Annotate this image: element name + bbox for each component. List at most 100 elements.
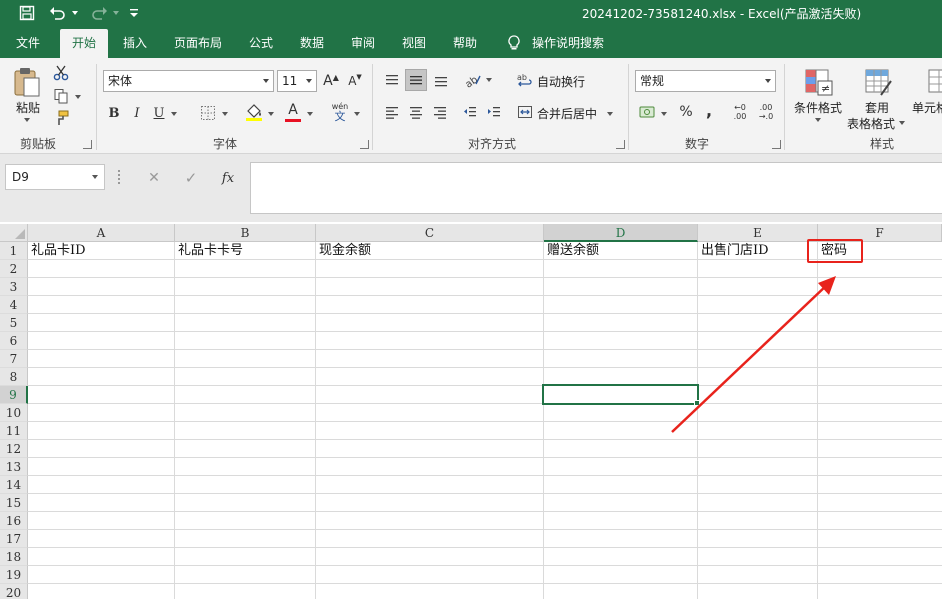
row-header[interactable]: 3 [0, 278, 28, 296]
wrap-text-icon[interactable]: ab [516, 70, 534, 90]
orientation-icon[interactable]: ab [461, 70, 483, 90]
increase-decimal-button[interactable]: ←0 .00 [728, 100, 752, 124]
select-all-button[interactable] [0, 224, 28, 242]
column-header-a[interactable]: A [28, 224, 175, 242]
row-header[interactable]: 5 [0, 314, 28, 332]
borders-dropdown-icon[interactable] [222, 112, 228, 116]
row-header[interactable]: 16 [0, 512, 28, 530]
phonetic-guide-button[interactable]: wén 文 [329, 100, 351, 124]
row-header[interactable]: 17 [0, 530, 28, 548]
formula-input[interactable] [250, 162, 942, 214]
grow-font-button[interactable]: A ▲ [322, 71, 340, 91]
column-header-e[interactable]: E [698, 224, 818, 242]
bold-button[interactable]: B [105, 103, 123, 123]
orientation-dropdown-icon[interactable] [486, 78, 492, 82]
format-as-table-label-1[interactable]: 套用 [865, 99, 889, 116]
formula-bar-grip[interactable] [118, 170, 120, 184]
merge-center-icon[interactable] [516, 102, 534, 122]
align-bottom-icon[interactable] [431, 70, 451, 90]
underline-dropdown-icon[interactable] [171, 112, 177, 116]
italic-button[interactable]: I [128, 103, 146, 123]
customize-toolbar-icon[interactable] [127, 3, 141, 23]
cell-c1[interactable]: 现金余额 [317, 242, 543, 260]
tab-review[interactable]: 审阅 [342, 29, 384, 58]
cell-b1[interactable]: 礼品卡卡号 [176, 242, 315, 260]
tell-me-search[interactable]: 操作说明搜索 [528, 29, 608, 58]
row-header[interactable]: 19 [0, 566, 28, 584]
merge-center-button[interactable]: 合并后居中 [537, 105, 597, 122]
insert-function-icon[interactable]: fx [217, 168, 239, 188]
row-header[interactable]: 9 [0, 386, 28, 404]
tab-view[interactable]: 视图 [393, 29, 435, 58]
tab-home[interactable]: 开始 [60, 29, 108, 58]
wrap-text-button[interactable]: 自动换行 [537, 73, 585, 90]
paste-dropdown-icon[interactable] [24, 118, 30, 122]
tab-file[interactable]: 文件 [5, 29, 51, 58]
name-box[interactable]: D9 [5, 164, 105, 190]
conditional-formatting-button[interactable]: 条件格式 [794, 99, 842, 116]
copy-dropdown-icon[interactable] [75, 95, 81, 99]
row-header[interactable]: 10 [0, 404, 28, 422]
percent-button[interactable]: % [676, 102, 696, 122]
enter-icon[interactable]: ✓ [181, 168, 201, 188]
tab-data[interactable]: 数据 [291, 29, 333, 58]
format-as-table-dropdown-icon[interactable] [899, 121, 905, 125]
row-header[interactable]: 4 [0, 296, 28, 314]
number-launcher-icon[interactable] [772, 140, 781, 149]
fill-color-dropdown-icon[interactable] [268, 112, 274, 116]
cell-styles-button[interactable]: 单元格 [912, 99, 942, 116]
cut-icon[interactable] [51, 64, 71, 82]
paste-label[interactable]: 粘贴 [16, 99, 40, 116]
decrease-indent-icon[interactable] [460, 102, 480, 122]
cell-styles-icon[interactable] [926, 66, 942, 98]
cell-d1[interactable]: 赠送余额 [545, 242, 697, 260]
underline-button[interactable]: U [150, 103, 168, 123]
format-painter-icon[interactable] [51, 109, 71, 127]
decrease-decimal-button[interactable]: .00 →.0 [754, 100, 778, 124]
comma-button[interactable]: , [700, 100, 718, 120]
align-left-icon[interactable] [382, 102, 402, 122]
clipboard-launcher-icon[interactable] [83, 140, 92, 149]
row-header[interactable]: 1 [0, 242, 28, 260]
align-center-icon[interactable] [406, 102, 426, 122]
tab-formulas[interactable]: 公式 [240, 29, 282, 58]
align-top-icon[interactable] [382, 70, 402, 90]
row-header[interactable]: 15 [0, 494, 28, 512]
row-header[interactable]: 2 [0, 260, 28, 278]
column-header-d[interactable]: D [544, 224, 698, 242]
format-as-table-button[interactable]: 表格格式 [847, 115, 895, 132]
tab-help[interactable]: 帮助 [444, 29, 486, 58]
accounting-dropdown-icon[interactable] [661, 112, 667, 116]
row-header[interactable]: 13 [0, 458, 28, 476]
row-header[interactable]: 7 [0, 350, 28, 368]
fill-color-icon[interactable] [243, 101, 265, 123]
paste-icon[interactable] [12, 65, 42, 99]
column-header-c[interactable]: C [316, 224, 544, 242]
cell-a1[interactable]: 礼品卡ID [29, 242, 174, 260]
align-right-icon[interactable] [430, 102, 450, 122]
alignment-launcher-icon[interactable] [616, 140, 625, 149]
font-color-dropdown-icon[interactable] [307, 112, 313, 116]
accounting-format-icon[interactable] [637, 102, 659, 122]
font-color-button[interactable]: A [283, 101, 303, 123]
row-header[interactable]: 11 [0, 422, 28, 440]
undo-dropdown-icon[interactable] [70, 3, 80, 23]
row-header[interactable]: 14 [0, 476, 28, 494]
tab-page-layout[interactable]: 页面布局 [166, 29, 230, 58]
cancel-icon[interactable]: ✕ [144, 168, 164, 188]
shrink-font-button[interactable]: A ▼ [346, 71, 364, 91]
borders-icon[interactable] [198, 103, 218, 123]
increase-indent-icon[interactable] [484, 102, 504, 122]
row-header[interactable]: 20 [0, 584, 28, 599]
save-icon[interactable] [16, 3, 38, 23]
row-header[interactable]: 8 [0, 368, 28, 386]
row-header[interactable]: 6 [0, 332, 28, 350]
cell-e1[interactable]: 出售门店ID [699, 242, 817, 260]
redo-dropdown-icon[interactable] [111, 3, 121, 23]
phonetic-dropdown-icon[interactable] [354, 112, 360, 116]
number-format-select[interactable]: 常规 [635, 70, 776, 92]
format-as-table-icon[interactable] [862, 66, 894, 98]
copy-icon[interactable] [51, 87, 71, 105]
conditional-formatting-icon[interactable]: ≠ [802, 66, 834, 98]
column-header-b[interactable]: B [175, 224, 316, 242]
